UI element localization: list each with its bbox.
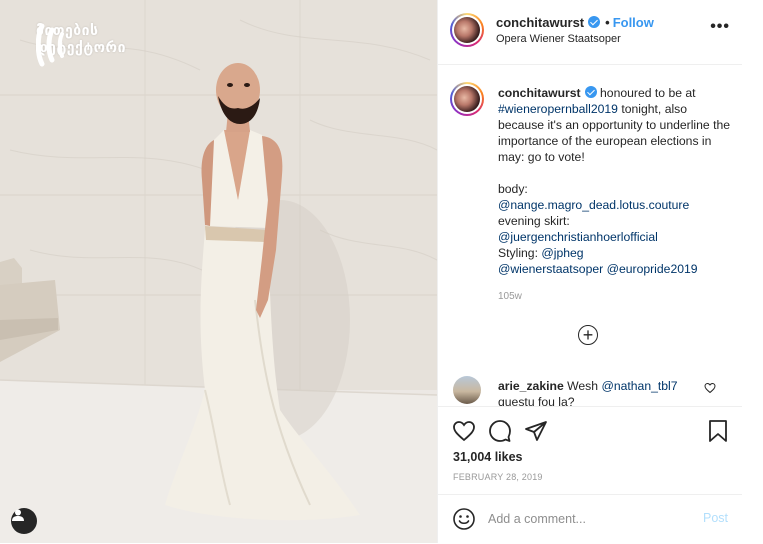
heart-icon[interactable] xyxy=(452,419,476,443)
commenter-avatar[interactable] xyxy=(453,376,481,404)
comment-icon[interactable] xyxy=(488,419,512,443)
watermark-logo: მითების დეტექტორი xyxy=(36,22,126,67)
post-header: conchitawurst • Follow Opera Wiener Staats… xyxy=(438,0,742,65)
styling-mention-link[interactable]: @jpheg xyxy=(541,246,583,260)
user-icon xyxy=(12,509,24,521)
comment-text-after: questu fou la? xyxy=(498,395,575,406)
action-bar xyxy=(438,406,742,451)
comment-like-heart-icon[interactable] xyxy=(704,382,716,394)
post-sidebar: conchitawurst • Follow Opera Wiener Staats… xyxy=(437,0,742,543)
caption-author-avatar[interactable] xyxy=(450,82,484,116)
follow-button[interactable]: Follow xyxy=(613,15,654,30)
author-avatar[interactable] xyxy=(450,13,484,47)
commenter-username[interactable]: arie_zakine xyxy=(498,379,564,393)
add-comment-section: Post xyxy=(438,494,742,544)
comment-mention-link[interactable]: @nathan_tbl7 xyxy=(601,379,677,393)
load-more-comments-button[interactable]: + xyxy=(578,325,598,345)
skirt-label: evening skirt: xyxy=(498,214,570,228)
post-comment-button[interactable]: Post xyxy=(703,511,728,525)
caption-timestamp[interactable]: 105w xyxy=(498,291,522,302)
comment-text-before: Wesh xyxy=(567,379,599,393)
caption-username[interactable]: conchitawurst xyxy=(498,86,581,100)
separator-dot: • xyxy=(605,15,610,30)
comment-text: arie_zakine Wesh @nathan_tbl7 questu fou… xyxy=(498,378,708,406)
comment-input[interactable] xyxy=(488,509,688,529)
pride-mention-link[interactable]: @europride2019 xyxy=(607,262,698,276)
body-mention-link[interactable]: @nange.magro_dead.lotus.couture xyxy=(498,198,689,212)
caption: conchitawurst honoured to be at #wienero… xyxy=(498,85,730,277)
author-username[interactable]: conchitawurst xyxy=(496,15,584,30)
author-line: conchitawurst • Follow xyxy=(496,15,654,30)
tagged-users-button[interactable] xyxy=(11,508,37,534)
photo-scene xyxy=(0,0,437,543)
location-link[interactable]: Opera Wiener Staatsoper xyxy=(496,33,621,45)
styling-label: Styling: xyxy=(498,246,538,260)
likes-count[interactable]: 31,004 likes xyxy=(453,450,523,464)
skirt-mention-link[interactable]: @juergenchristianhoerlofficial xyxy=(498,230,658,244)
comments-area[interactable]: conchitawurst honoured to be at #wienero… xyxy=(438,65,742,405)
sound-waves-icon xyxy=(36,23,64,67)
comment-row: arie_zakine Wesh @nathan_tbl7 questu fou… xyxy=(450,374,740,406)
caption-text-1: honoured to be at xyxy=(600,86,696,100)
body-label: body: xyxy=(498,182,528,196)
venue-mention-link[interactable]: @wienerstaatsoper xyxy=(498,262,603,276)
verified-badge-icon xyxy=(584,86,597,98)
verified-badge-icon xyxy=(588,16,601,28)
bookmark-icon[interactable] xyxy=(706,419,730,443)
hashtag-link[interactable]: #wieneropernball2019 xyxy=(498,102,618,116)
emoji-icon[interactable] xyxy=(452,507,476,531)
share-icon[interactable] xyxy=(524,419,548,443)
post-date[interactable]: FEBRUARY 28, 2019 xyxy=(453,472,543,482)
post-photo[interactable]: მითების დეტექტორი xyxy=(0,0,437,543)
more-options-button[interactable]: ••• xyxy=(710,19,730,35)
